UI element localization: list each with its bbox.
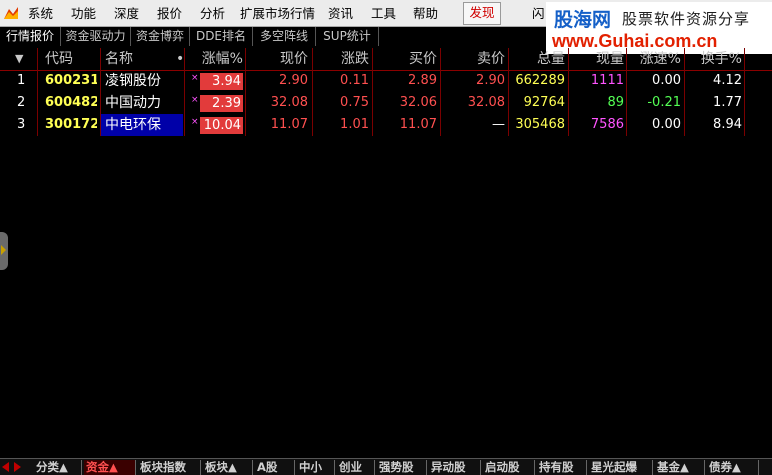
stock-name[interactable]: 中国动力 — [105, 92, 181, 114]
btab-starlight[interactable]: 星光起爆 — [589, 460, 653, 475]
scroll-left-icon[interactable] — [2, 462, 9, 472]
menu-analysis[interactable]: 分析 — [200, 6, 225, 21]
table-row[interactable]: 1 600231 凌钢股份 × 3.94 2.90 0.11 2.89 2.90… — [0, 70, 772, 92]
tab-sup-stats[interactable]: SUP统计 — [316, 27, 379, 46]
change: 0.75 — [340, 95, 369, 110]
price: 2.90 — [279, 73, 308, 88]
col-bid[interactable]: 买价 — [374, 48, 437, 70]
btab-sector-index[interactable]: 板块指数 — [138, 460, 201, 475]
menu-tools[interactable]: 工具 — [371, 6, 396, 21]
scroll-right-icon[interactable] — [14, 462, 21, 472]
col-speed[interactable]: 涨速% — [628, 48, 681, 70]
stock-code[interactable]: 600231 — [45, 70, 97, 92]
menu-function[interactable]: 功能 — [71, 6, 96, 21]
tab-bull-bear[interactable]: 多空阵线 — [253, 27, 316, 46]
btab-abnormal[interactable]: 异动股 — [429, 460, 481, 475]
star-mark-icon: × — [191, 95, 199, 105]
ask: — — [492, 117, 505, 132]
tab-capital-game[interactable]: 资金博弈 — [131, 27, 190, 46]
btab-chinext[interactable]: 创业 — [337, 460, 375, 475]
bid: 11.07 — [399, 117, 437, 132]
btab-sme[interactable]: 中小 — [297, 460, 335, 475]
col-pct[interactable]: 涨幅% — [190, 48, 243, 70]
change: 1.01 — [340, 117, 369, 132]
tab-dde-rank[interactable]: DDE排名 — [190, 27, 253, 46]
table-row[interactable]: 2 600482 中国动力 × 2.39 32.08 0.75 32.06 32… — [0, 92, 772, 114]
current-volume: 1111 — [590, 73, 624, 88]
price: 32.08 — [270, 95, 308, 110]
pct-change: 3.94 — [200, 73, 243, 90]
expand-arrow-icon — [1, 245, 6, 255]
speed: 0.00 — [652, 73, 681, 88]
bid: 32.06 — [399, 95, 437, 110]
col-current-volume[interactable]: 现量 — [570, 48, 624, 70]
btab-bond[interactable]: 债券▲ — [707, 460, 759, 475]
btab-capital[interactable]: 资金▲ — [84, 460, 136, 475]
col-code[interactable]: 代码 — [45, 48, 95, 70]
menu-news[interactable]: 资讯 — [328, 6, 353, 21]
btab-category[interactable]: 分类▲ — [34, 460, 82, 475]
current-volume: 89 — [607, 95, 624, 110]
volume: 662289 — [515, 73, 565, 88]
col-ask[interactable]: 卖价 — [442, 48, 505, 70]
pct-change: 2.39 — [200, 95, 243, 112]
btab-fund[interactable]: 基金▲ — [655, 460, 705, 475]
stock-code[interactable]: 300172 — [45, 114, 97, 136]
col-change[interactable]: 涨跌 — [313, 48, 369, 70]
tab-quote[interactable]: 行情报价 — [0, 27, 61, 46]
speed: 0.00 — [652, 117, 681, 132]
row-index: 3 — [17, 117, 26, 132]
view-tabs: 行情报价 资金驱动力 资金博弈 DDE排名 多空阵线 SUP统计 — [0, 27, 772, 47]
table-header: ▼ 代码 名称 • 涨幅% 现价 涨跌 买价 卖价 总量 现量 涨速% 换手% — [0, 48, 772, 71]
sort-menu-icon[interactable]: ▼ — [15, 48, 30, 70]
pct-change: 10.04 — [200, 117, 243, 134]
speed: -0.21 — [647, 95, 681, 110]
price: 11.07 — [270, 117, 308, 132]
col-name[interactable]: 名称 — [105, 48, 155, 70]
stock-name[interactable]: 中电环保 — [105, 114, 181, 136]
volume: 92764 — [523, 95, 565, 110]
turnover: 1.77 — [713, 95, 742, 110]
menu-system[interactable]: 系统 — [28, 6, 53, 21]
col-turnover[interactable]: 换手% — [686, 48, 742, 70]
tab-capital-drive[interactable]: 资金驱动力 — [61, 27, 131, 46]
menu-help[interactable]: 帮助 — [413, 6, 438, 21]
turnover: 8.94 — [713, 117, 742, 132]
star-mark-icon: × — [191, 117, 199, 127]
row-index: 2 — [17, 95, 26, 110]
current-volume: 7586 — [590, 117, 624, 132]
menu-flash[interactable]: 闪 — [532, 6, 545, 21]
btab-strong[interactable]: 强势股 — [377, 460, 427, 475]
stock-name[interactable]: 凌钢股份 — [105, 70, 181, 92]
ask: 2.90 — [476, 73, 505, 88]
watermark-tagline: 股票软件资源分享 — [622, 10, 751, 28]
col-price[interactable]: 现价 — [248, 48, 308, 70]
bottom-tab-bar: 分类▲ 资金▲ 板块指数 板块▲ A股 中小 创业 强势股 异动股 启动股 持有… — [0, 458, 772, 475]
turnover: 4.12 — [713, 73, 742, 88]
row-index: 1 — [17, 73, 26, 88]
stock-code[interactable]: 600482 — [45, 92, 97, 114]
menu-depth[interactable]: 深度 — [114, 6, 139, 21]
volume: 305468 — [515, 117, 565, 132]
ask: 32.08 — [467, 95, 505, 110]
btab-holding[interactable]: 持有股 — [537, 460, 587, 475]
change: 0.11 — [340, 73, 369, 88]
bid: 2.89 — [408, 73, 437, 88]
menu-quote[interactable]: 报价 — [157, 6, 182, 21]
col-volume[interactable]: 总量 — [510, 48, 565, 70]
star-mark-icon: × — [191, 73, 199, 83]
btab-a-share[interactable]: A股 — [255, 460, 295, 475]
app-logo-icon[interactable] — [3, 5, 19, 21]
table-row-selected[interactable]: 3 300172 中电环保 × 10.04 11.07 1.01 11.07 —… — [0, 114, 772, 136]
btab-launch[interactable]: 启动股 — [483, 460, 535, 475]
btab-sector[interactable]: 板块▲ — [203, 460, 253, 475]
discover-button[interactable]: 发现 — [463, 2, 501, 25]
side-panel-toggle[interactable] — [0, 232, 8, 270]
menu-extended-market[interactable]: 扩展市场行情 — [240, 6, 315, 21]
